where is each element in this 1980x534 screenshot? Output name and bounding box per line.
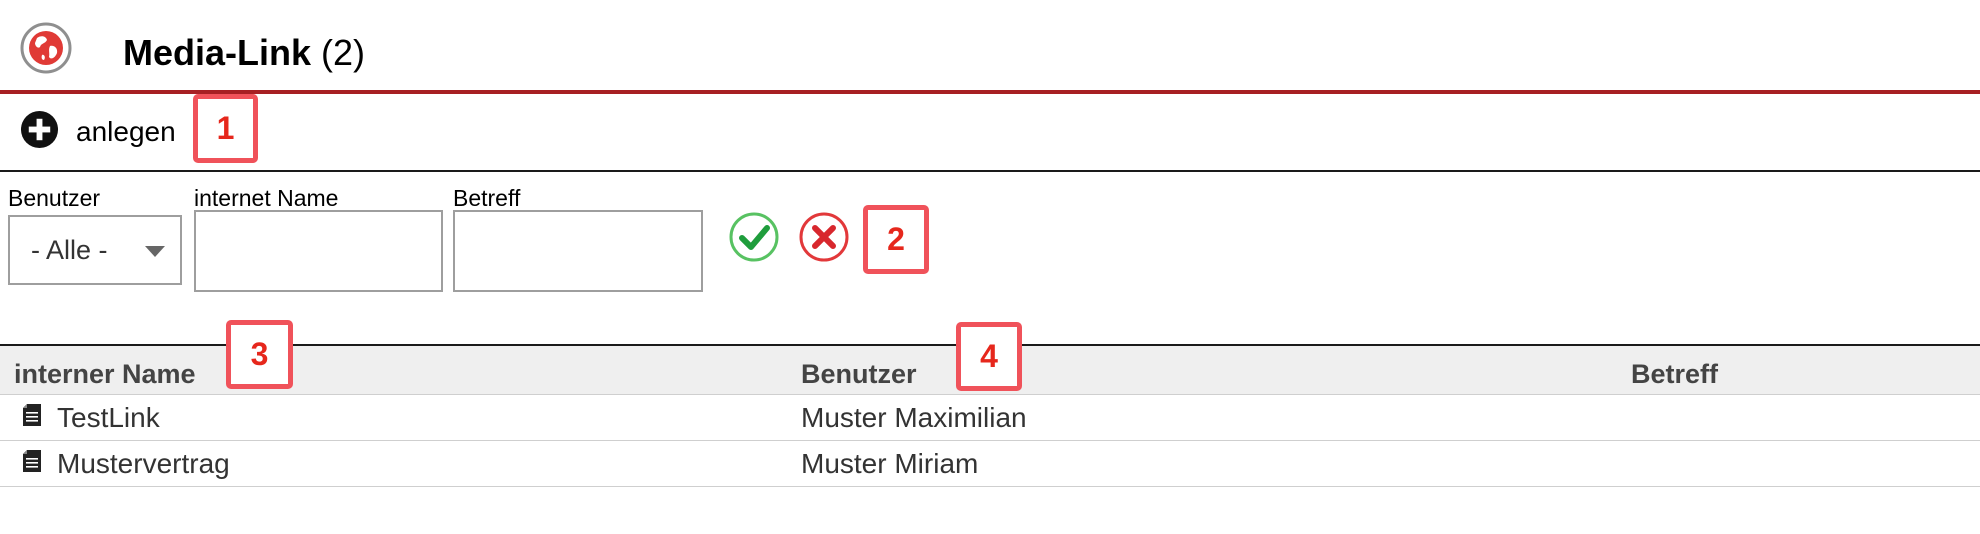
chevron-down-icon [145,246,165,257]
reset-filter-button[interactable] [798,211,850,263]
cell-user: Muster Miriam [801,448,979,479]
apply-filter-button[interactable] [728,211,780,263]
globe-icon [20,22,72,74]
callout-marker: 3 [226,320,293,389]
callout-marker: 2 [863,205,929,274]
name-filter-input[interactable] [194,210,443,292]
table-row[interactable]: Mustervertrag Muster Miriam [0,441,1980,487]
cell-user: Muster Maximilian [801,402,1027,433]
toolbar-divider [0,170,1980,172]
name-filter-label: internet Name [194,185,339,211]
item-count: (2) [321,32,366,73]
subject-filter-label: Betreff [453,185,521,211]
checkmark-icon [728,212,780,267]
callout-marker: 1 [193,94,258,163]
document-icon [23,450,41,472]
column-header-internal-name[interactable]: interner Name [14,359,196,390]
column-header-user[interactable]: Benutzer [801,359,917,390]
header-divider [0,90,1980,94]
cell-internal-name[interactable]: Mustervertrag [57,448,230,480]
user-filter-label: Benutzer [8,185,101,211]
callout-marker: 4 [956,322,1022,391]
column-header-subject[interactable]: Betreff [1631,359,1718,390]
page-title-text: Media-Link [123,32,312,73]
create-button-label: anlegen [76,116,176,147]
user-filter-value: - Alle - [31,234,108,265]
subject-filter-input[interactable] [453,210,703,292]
user-filter-select[interactable]: - Alle - [8,215,182,285]
cell-internal-name[interactable]: TestLink [57,402,160,434]
page-title: Media-Link (2) [123,27,365,79]
plus-circle-icon [20,110,59,154]
create-button[interactable]: anlegen [20,110,176,154]
close-circle-icon [798,212,850,267]
document-icon [23,404,41,426]
table-row[interactable]: TestLink Muster Maximilian [0,395,1980,441]
